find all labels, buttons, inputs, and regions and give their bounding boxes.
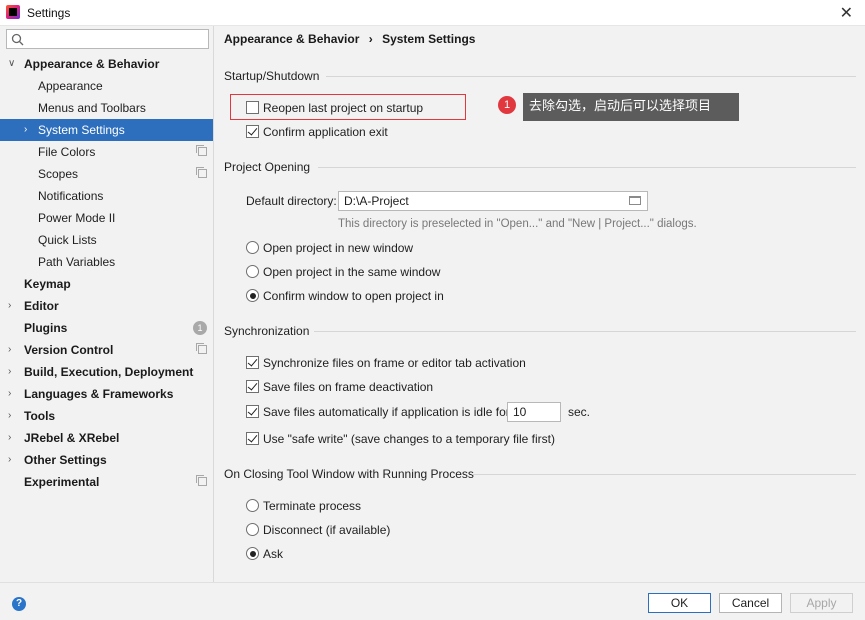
title-bar: Settings ✕ xyxy=(0,0,865,26)
chevron-right-icon: › xyxy=(8,432,12,443)
sidebar-item-appearance[interactable]: Appearance xyxy=(0,75,213,97)
sidebar-item-power-mode[interactable]: Power Mode II xyxy=(0,207,213,229)
folder-icon[interactable] xyxy=(629,196,641,205)
idle-unit-label: sec. xyxy=(568,405,591,419)
section-divider xyxy=(326,76,856,77)
section-divider xyxy=(318,167,856,168)
sidebar-item-plugins[interactable]: Plugins 1 xyxy=(0,317,213,339)
radio-circle[interactable] xyxy=(246,241,259,254)
project-scope-icon xyxy=(196,475,207,486)
terminate-process-radio[interactable]: Terminate process xyxy=(246,497,386,515)
sidebar-item-editor[interactable]: › Editor xyxy=(0,295,213,317)
sidebar-item-languages-frameworks[interactable]: › Languages & Frameworks xyxy=(0,383,213,405)
intellij-app-icon xyxy=(6,5,20,19)
section-project-opening-title: Project Opening xyxy=(224,160,311,174)
radio-circle[interactable] xyxy=(246,499,259,512)
sidebar-item-quick-lists[interactable]: Quick Lists xyxy=(0,229,213,251)
section-closing-title: On Closing Tool Window with Running Proc… xyxy=(224,467,474,481)
radio-circle[interactable] xyxy=(246,265,259,278)
search-input[interactable] xyxy=(6,29,209,49)
checkbox-box[interactable] xyxy=(246,405,259,418)
project-scope-icon xyxy=(196,343,207,354)
plugins-update-badge: 1 xyxy=(193,321,207,335)
chevron-right-icon: › xyxy=(8,410,12,421)
confirm-exit-checkbox[interactable]: Confirm application exit xyxy=(246,123,466,141)
checkbox-box[interactable] xyxy=(246,432,259,445)
ok-button[interactable]: OK xyxy=(648,593,711,613)
project-scope-icon xyxy=(196,167,207,178)
disconnect-radio[interactable]: Disconnect (if available) xyxy=(246,521,406,539)
help-icon[interactable]: ? xyxy=(12,597,26,611)
breadcrumb-parent[interactable]: Appearance & Behavior xyxy=(224,32,359,46)
open-same-window-radio[interactable]: Open project in the same window xyxy=(246,263,466,281)
chevron-right-icon: › xyxy=(8,344,12,355)
radio-circle[interactable] xyxy=(246,547,259,560)
sidebar-item-jrebel[interactable]: › JRebel & XRebel xyxy=(0,427,213,449)
sidebar-item-menus-toolbars[interactable]: Menus and Toolbars xyxy=(0,97,213,119)
settings-sidebar: ∨ Appearance & Behavior Appearance Menus… xyxy=(0,26,214,582)
section-divider xyxy=(314,331,856,332)
save-on-idle-checkbox[interactable]: Save files automatically if application … xyxy=(246,403,510,421)
breadcrumb-current: System Settings xyxy=(382,32,476,46)
radio-circle[interactable] xyxy=(246,289,259,302)
window-title: Settings xyxy=(27,6,71,20)
chevron-right-icon: › xyxy=(8,300,12,311)
sidebar-item-build-execution[interactable]: › Build, Execution, Deployment xyxy=(0,361,213,383)
section-sync-title: Synchronization xyxy=(224,324,310,338)
save-on-deactivation-checkbox[interactable]: Save files on frame deactivation xyxy=(246,378,446,396)
project-scope-icon xyxy=(196,145,207,156)
safe-write-checkbox[interactable]: Use "safe write" (save changes to a temp… xyxy=(246,430,566,448)
sidebar-item-version-control[interactable]: › Version Control xyxy=(0,339,213,361)
ask-radio[interactable]: Ask xyxy=(246,545,326,563)
chevron-right-icon: › xyxy=(24,124,28,135)
sidebar-item-other-settings[interactable]: › Other Settings xyxy=(0,449,213,471)
annotation-note: 去除勾选，启动后可以选择项目 xyxy=(523,93,739,121)
section-divider xyxy=(472,474,856,475)
search-icon xyxy=(11,33,24,46)
sidebar-item-keymap[interactable]: Keymap xyxy=(0,273,213,295)
radio-circle[interactable] xyxy=(246,523,259,536)
breadcrumb-separator: › xyxy=(368,32,373,46)
sidebar-item-scopes[interactable]: Scopes xyxy=(0,163,213,185)
default-directory-label: Default directory: xyxy=(246,194,337,208)
cancel-button[interactable]: Cancel xyxy=(719,593,782,613)
sidebar-item-file-colors[interactable]: File Colors xyxy=(0,141,213,163)
sidebar-item-appearance-behavior[interactable]: ∨ Appearance & Behavior xyxy=(0,53,213,75)
sidebar-item-tools[interactable]: › Tools xyxy=(0,405,213,427)
chevron-right-icon: › xyxy=(8,388,12,399)
checkbox-box[interactable] xyxy=(246,380,259,393)
confirm-window-radio[interactable]: Confirm window to open project in xyxy=(246,287,476,305)
default-directory-hint: This directory is preselected in "Open..… xyxy=(338,218,697,230)
sidebar-item-path-variables[interactable]: Path Variables xyxy=(0,251,213,273)
open-new-window-radio[interactable]: Open project in new window xyxy=(246,239,446,257)
checkbox-box[interactable] xyxy=(246,125,259,138)
breadcrumb: Appearance & Behavior › System Settings xyxy=(224,32,481,46)
default-directory-field[interactable]: D:\A-Project xyxy=(338,191,648,211)
annotation-highlight-box xyxy=(230,94,466,120)
apply-button[interactable]: Apply xyxy=(790,593,853,613)
dialog-button-bar: ? OK Cancel Apply xyxy=(0,582,865,620)
chevron-right-icon: › xyxy=(8,366,12,377)
sidebar-item-system-settings[interactable]: › System Settings xyxy=(0,119,213,141)
sidebar-item-notifications[interactable]: Notifications xyxy=(0,185,213,207)
section-startup-title: Startup/Shutdown xyxy=(224,69,320,83)
sync-files-checkbox[interactable]: Synchronize files on frame or editor tab… xyxy=(246,354,536,372)
close-icon[interactable]: ✕ xyxy=(840,3,853,23)
chevron-right-icon: › xyxy=(8,454,12,465)
checkbox-box[interactable] xyxy=(246,356,259,369)
chevron-down-icon: ∨ xyxy=(8,58,16,69)
idle-seconds-input[interactable]: 10 xyxy=(507,402,561,422)
sidebar-item-experimental[interactable]: Experimental xyxy=(0,471,213,493)
annotation-number-badge: 1 xyxy=(498,96,516,114)
